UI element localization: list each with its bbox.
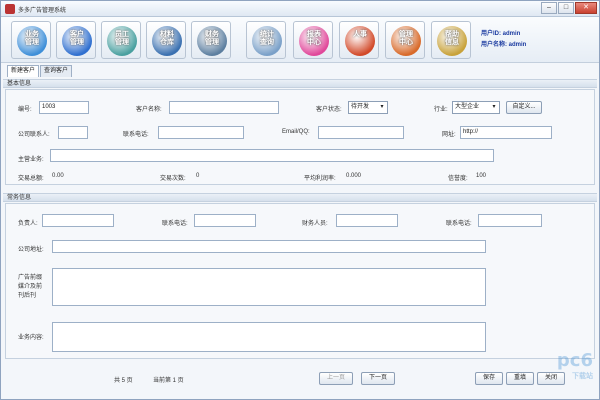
website-label: 网址: <box>442 132 456 138</box>
toolbar-hr-button[interactable]: 人事 <box>339 21 379 59</box>
custom-button[interactable]: 自定义... <box>506 101 542 114</box>
owner-field[interactable] <box>42 214 114 227</box>
tab-query-customer[interactable]: 查询客户 <box>40 65 73 77</box>
toolbar-label: 帮助 信息 <box>445 31 459 46</box>
toolbar-label: 材料 仓库 <box>160 31 174 46</box>
tab-new-customer[interactable]: 新建客户 <box>7 65 40 77</box>
address-label: 公司地址: <box>18 247 44 253</box>
chevron-down-icon: ▾ <box>380 104 384 110</box>
count-label: 交易次数: <box>160 176 186 182</box>
toolbar-employee-button[interactable]: 员工 管理 <box>101 21 141 59</box>
main-business-label: 主营业务: <box>18 157 44 163</box>
contact-label: 公司联系人: <box>18 132 50 138</box>
watermark-logo: pc6 下载站 <box>556 350 593 380</box>
main-toolbar: 业务 管理 客户 管理 员工 管理 材料 仓库 财务 管理 统计 查询 报表 中心 人事 <box>1 17 599 63</box>
amount-label: 交易总额: <box>18 176 44 182</box>
toolbar-label: 人事 <box>353 31 367 38</box>
save-button[interactable]: 保存 <box>475 372 503 385</box>
app-icon <box>5 4 15 14</box>
common-info-panel: 负责人: 联系电话: 财务人员: 联系电话: 公司地址: 广告前缀 媒介及前 刊… <box>5 203 595 359</box>
amount-value: 0.00 <box>52 173 64 179</box>
reset-button[interactable]: 重填 <box>506 372 534 385</box>
current-page: 当前第 1 页 <box>153 378 184 384</box>
prev-page-button[interactable]: 上一页 <box>319 372 353 385</box>
common-info-header: 常务信息 <box>3 193 597 202</box>
close-window-button[interactable]: ✕ <box>575 2 597 14</box>
toolbar-label: 财务 管理 <box>205 31 219 46</box>
address-field[interactable] <box>52 240 486 253</box>
toolbar-label: 统计 查询 <box>260 31 274 46</box>
toolbar-label: 管理 中心 <box>399 31 413 46</box>
trust-value: 100 <box>476 173 487 179</box>
maximize-button[interactable]: □ <box>558 2 574 14</box>
toolbar-label: 客户 管理 <box>70 31 84 46</box>
toolbar-help-button[interactable]: 帮助 信息 <box>431 21 471 59</box>
ad-label-line: 媒介及前 <box>18 284 43 290</box>
industry-select[interactable]: 大型企业 ▾ <box>452 101 500 114</box>
status-select[interactable]: 待开发 ▾ <box>348 101 388 114</box>
email-label: Email/QQ: <box>282 129 310 135</box>
main-window: 多多广告管理系统 – □ ✕ 业务 管理 客户 管理 员工 管理 材料 仓库 财务 管理 <box>0 0 600 400</box>
toolbar-label: 员工 管理 <box>115 31 129 46</box>
phone-label: 联系电话: <box>123 132 149 138</box>
toolbar-finance-button[interactable]: 财务 管理 <box>191 21 231 59</box>
user-name: 用户名称: admin <box>481 42 527 48</box>
owner-phone-label: 联系电话: <box>162 221 188 227</box>
owner-phone-field[interactable] <box>194 214 256 227</box>
website-field[interactable]: http:// <box>460 126 552 139</box>
ad-label: 广告前缀 媒介及前 刊后刊 <box>18 274 42 301</box>
content-textarea[interactable] <box>52 322 486 352</box>
main-business-field[interactable] <box>50 149 494 162</box>
status-label: 客户状态: <box>316 107 342 113</box>
finance-label: 财务人员: <box>302 221 328 227</box>
toolbar-business-button[interactable]: 业务 管理 <box>11 21 51 59</box>
finance-phone-field[interactable] <box>478 214 542 227</box>
toolbar-report-button[interactable]: 报表 中心 <box>293 21 333 59</box>
ad-label-line: 刊后刊 <box>18 293 37 299</box>
ad-textarea[interactable] <box>52 268 486 306</box>
id-label: 编号: <box>18 107 32 113</box>
contact-field[interactable] <box>58 126 88 139</box>
toolbar-label: 报表 中心 <box>307 31 321 46</box>
toolbar-warehouse-button[interactable]: 材料 仓库 <box>146 21 186 59</box>
ad-label-line: 广告前缀 <box>18 275 43 281</box>
toolbar-customer-button[interactable]: 客户 管理 <box>56 21 96 59</box>
toolbar-admin-button[interactable]: 管理 中心 <box>385 21 425 59</box>
basic-info-panel: 编号: 1003 客户名称: 客户状态: 待开发 ▾ 行业: 大型企业 ▾ 自定义.… <box>5 89 595 185</box>
total-pages: 共 5 页 <box>114 378 133 384</box>
avg-profit-value: 0.000 <box>346 173 362 179</box>
id-field[interactable]: 1003 <box>39 101 89 114</box>
window-controls: – □ ✕ <box>541 2 597 14</box>
title-bar: 多多广告管理系统 – □ ✕ <box>1 1 599 17</box>
owner-label: 负责人: <box>18 221 38 227</box>
email-field[interactable] <box>318 126 404 139</box>
toolbar-stats-button[interactable]: 统计 查询 <box>246 21 286 59</box>
next-page-button[interactable]: 下一页 <box>361 372 395 385</box>
industry-label: 行业: <box>434 107 448 113</box>
tab-strip: 新建客户 查询客户 <box>7 65 73 77</box>
customer-name-field[interactable] <box>169 101 279 114</box>
content-label: 业务内容: <box>18 335 44 341</box>
toolbar-label: 业务 管理 <box>25 31 39 46</box>
customer-name-label: 客户名称: <box>136 107 162 113</box>
window-title: 多多广告管理系统 <box>18 8 67 14</box>
minimize-button[interactable]: – <box>541 2 557 14</box>
finance-phone-label: 联系电话: <box>446 221 472 227</box>
count-value: 0 <box>196 173 200 179</box>
trust-label: 信誉度: <box>448 176 468 182</box>
phone-field[interactable] <box>158 126 244 139</box>
chevron-down-icon: ▾ <box>492 104 496 110</box>
basic-info-header: 基本信息 <box>3 79 597 88</box>
user-info: 用户ID: admin 用户名称: admin <box>481 29 526 51</box>
finance-field[interactable] <box>336 214 398 227</box>
user-id: 用户ID: admin <box>481 31 521 37</box>
avg-profit-label: 平均利润率: <box>304 176 336 182</box>
